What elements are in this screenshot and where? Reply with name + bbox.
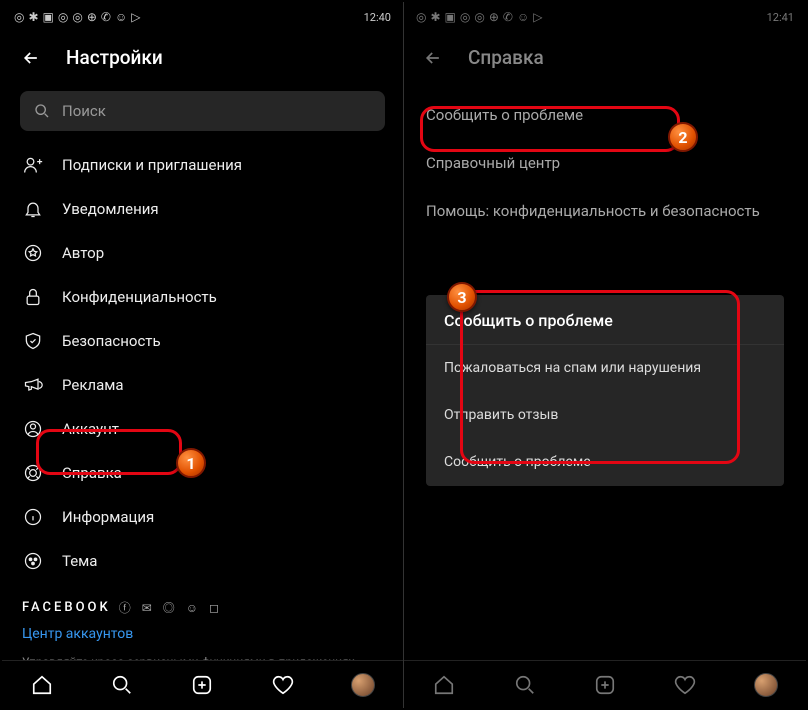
menu-item-notifications[interactable]: Уведомления	[2, 187, 403, 231]
page-title: Настройки	[66, 46, 163, 69]
menu-item-account[interactable]: Аккаунт	[2, 407, 403, 451]
info-icon	[22, 506, 44, 528]
settings-screen: ◎✱▣◎◎⊕✆☺▷ 12:40 Настройки Поиск Подписки…	[2, 2, 404, 708]
accounts-center-desc: Управляйте кросс-сервисными функциями в …	[2, 646, 403, 660]
status-bar: ◎✱▣◎◎⊕✆☺▷ 12:40	[2, 2, 403, 32]
popup-item-feedback[interactable]: Отправить отзыв	[426, 392, 784, 439]
megaphone-icon	[22, 374, 44, 396]
facebook-section-label: FACEBOOK ⓕ ✉ ◎ ☺ ◻	[2, 583, 403, 622]
menu-item-theme[interactable]: Тема	[2, 539, 403, 583]
nav-create-icon[interactable]	[592, 672, 618, 698]
star-icon	[22, 242, 44, 264]
page-title: Справка	[468, 46, 544, 69]
lock-icon	[22, 286, 44, 308]
menu-item-ads[interactable]: Реклама	[2, 363, 403, 407]
menu-item-security[interactable]: Безопасность	[2, 319, 403, 363]
status-icons-left: ◎✱▣◎◎⊕✆☺▷	[14, 10, 140, 24]
shield-icon	[22, 330, 44, 352]
nav-heart-icon[interactable]	[672, 672, 698, 698]
search-input[interactable]: Поиск	[20, 91, 385, 131]
annotation-badge-1: 1	[176, 448, 206, 478]
bottom-nav	[404, 660, 806, 708]
popup-title: Сообщить о проблеме	[426, 295, 784, 345]
nav-home-icon[interactable]	[29, 672, 55, 698]
meta-icons: ⓕ ✉ ◎ ☺ ◻	[119, 599, 223, 616]
accounts-center-link[interactable]: Центр аккаунтов	[2, 622, 403, 646]
help-screen: ◎✱▣◎◎⊕✆☺▷ 12:41 Справка Сообщить о пробл…	[404, 2, 806, 708]
search-icon	[34, 103, 50, 119]
report-problem-popup: Сообщить о проблеме Пожаловаться на спам…	[426, 295, 784, 486]
account-icon	[22, 418, 44, 440]
nav-profile-avatar[interactable]	[350, 672, 376, 698]
clock: 12:41	[767, 11, 794, 24]
help-menu: Сообщить о проблеме Справочный центр Пом…	[404, 83, 806, 235]
person-plus-icon	[22, 154, 44, 176]
menu-item-privacy[interactable]: Конфиденциальность	[2, 275, 403, 319]
help-item-privacy[interactable]: Помощь: конфиденциальность и безопасност…	[404, 187, 806, 235]
header: Настройки	[2, 32, 403, 83]
status-bar: ◎✱▣◎◎⊕✆☺▷ 12:41	[404, 2, 806, 32]
settings-menu: Подписки и приглашения Уведомления Автор…	[2, 143, 403, 660]
annotation-badge-3: 3	[447, 282, 477, 312]
nav-search-icon[interactable]	[109, 672, 135, 698]
header: Справка	[404, 32, 806, 83]
back-icon[interactable]	[422, 47, 444, 69]
help-item-report[interactable]: Сообщить о проблеме	[404, 91, 806, 139]
bell-icon	[22, 198, 44, 220]
nav-home-icon[interactable]	[431, 672, 457, 698]
annotation-badge-2: 2	[668, 122, 698, 152]
back-icon[interactable]	[20, 47, 42, 69]
clock: 12:40	[364, 11, 391, 24]
nav-create-icon[interactable]	[189, 672, 215, 698]
popup-item-report[interactable]: Сообщить о проблеме	[426, 439, 784, 486]
nav-profile-avatar[interactable]	[753, 672, 779, 698]
help-icon	[22, 462, 44, 484]
menu-item-author[interactable]: Автор	[2, 231, 403, 275]
help-item-center[interactable]: Справочный центр	[404, 139, 806, 187]
bottom-nav	[2, 660, 403, 708]
nav-search-icon[interactable]	[512, 672, 538, 698]
theme-icon	[22, 550, 44, 572]
menu-item-info[interactable]: Информация	[2, 495, 403, 539]
popup-item-spam[interactable]: Пожаловаться на спам или нарушения	[426, 345, 784, 392]
status-icons-left: ◎✱▣◎◎⊕✆☺▷	[416, 10, 542, 24]
nav-heart-icon[interactable]	[270, 672, 296, 698]
search-placeholder: Поиск	[62, 102, 106, 120]
menu-item-subscriptions[interactable]: Подписки и приглашения	[2, 143, 403, 187]
